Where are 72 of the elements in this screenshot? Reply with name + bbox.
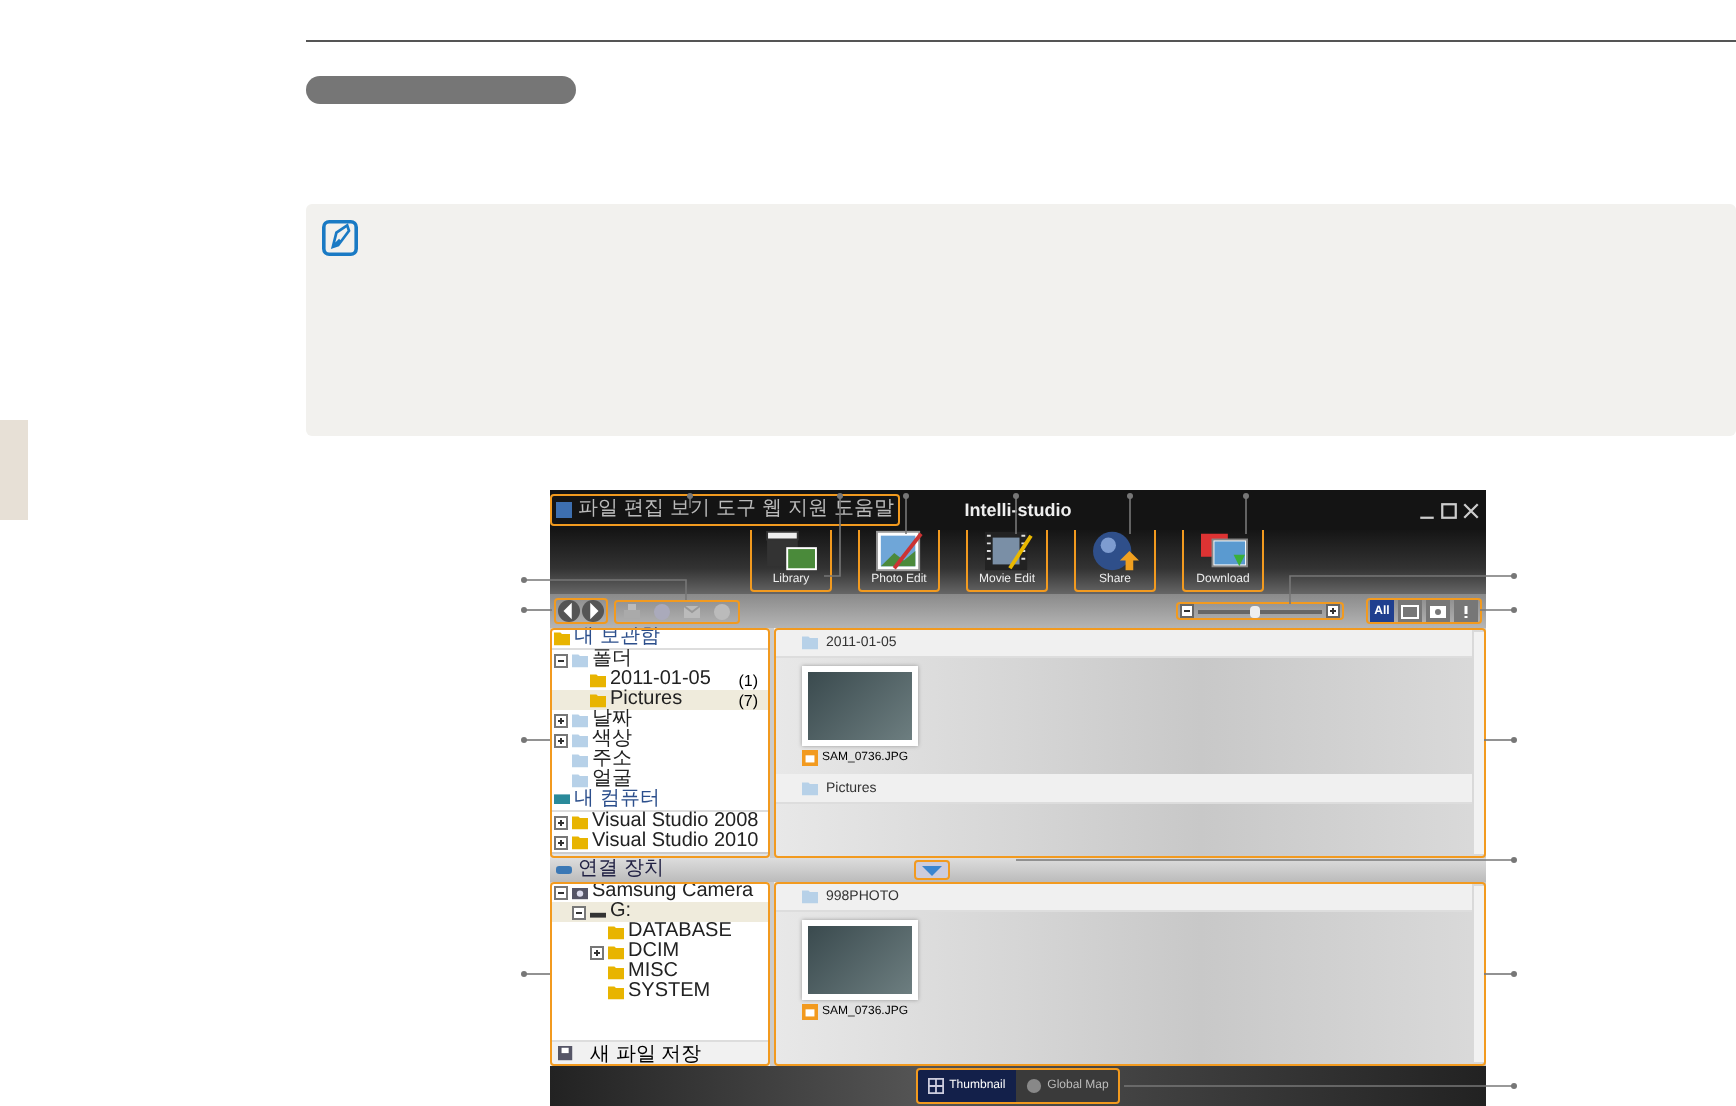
leader-line (1243, 493, 1249, 535)
scrollbar[interactable] (1474, 632, 1484, 854)
expander-icon[interactable] (554, 835, 568, 849)
folder-icon (802, 888, 818, 904)
leader-line (903, 493, 909, 535)
folder-icon (802, 780, 818, 796)
view-filter-button[interactable] (1426, 600, 1450, 622)
camera-icon (572, 884, 588, 900)
view-filter-button[interactable] (1454, 600, 1478, 622)
tree-item[interactable]: Visual Studio 2008 (592, 812, 759, 832)
view-filter-button[interactable] (1398, 600, 1422, 622)
pencil-icon (322, 220, 358, 256)
tree-item[interactable]: 주소 (592, 750, 632, 770)
menu-item[interactable]: 도움말 (833, 498, 894, 522)
tree-item[interactable]: DATABASE (628, 922, 732, 942)
leader-line (1483, 737, 1517, 743)
forward-button[interactable] (582, 600, 604, 622)
camera-icon (802, 750, 818, 766)
window-title: Intelli-studio (964, 500, 1072, 520)
scrollbar[interactable] (1474, 886, 1484, 1062)
photo-placeholder[interactable] (802, 920, 918, 1000)
tree-item[interactable]: 날짜 (592, 710, 632, 730)
expander-icon[interactable] (554, 653, 568, 667)
tree-item[interactable]: Visual Studio 2010 (592, 832, 759, 852)
expander-icon[interactable] (554, 885, 568, 899)
photo-placeholder[interactable] (802, 666, 918, 746)
film-icon (1400, 603, 1420, 619)
save-icon (558, 1046, 574, 1062)
grid-icon (927, 1078, 944, 1094)
folder-icon (802, 634, 818, 650)
tree-item[interactable]: Samsung Camera (592, 882, 754, 902)
save-button[interactable]: 새 파일 저장 (550, 1040, 770, 1066)
close-button[interactable] (1462, 501, 1480, 519)
zoom-in-button[interactable] (1326, 604, 1340, 618)
item-count: (7) (738, 691, 760, 709)
expander-icon[interactable] (590, 945, 604, 959)
tree-item[interactable]: 색상 (592, 730, 632, 750)
menu-item[interactable]: 파일 (578, 498, 618, 522)
leader-line (521, 971, 551, 977)
tree-item[interactable]: 얼굴 (592, 770, 632, 790)
leader-line (1483, 971, 1517, 977)
menu-item[interactable]: 웹 지원 (762, 498, 828, 522)
panel-title: 내 컴퓨터 (574, 790, 660, 810)
app-icon (556, 502, 572, 518)
leader-line (1127, 493, 1133, 535)
tree-item[interactable]: 2011-01-05 (610, 670, 711, 690)
menu-item[interactable]: 도구 (716, 498, 756, 522)
leader-line (521, 737, 551, 743)
expander-icon[interactable] (554, 733, 568, 747)
clapperboard-icon (761, 528, 821, 574)
maximize-button[interactable] (1440, 501, 1458, 519)
link-icon (556, 862, 572, 878)
triangle-icon (921, 865, 942, 875)
expander-icon[interactable] (554, 815, 568, 829)
tree-item[interactable]: SYSTEM (628, 982, 711, 1002)
tree-item[interactable]: DCIM (628, 942, 680, 962)
menu-item[interactable]: 보기 (670, 498, 710, 522)
tree-item[interactable]: Pictures (610, 690, 683, 710)
tree-item[interactable]: G: (610, 902, 632, 922)
tree-item[interactable]: 폴더 (592, 650, 632, 670)
monitor-icon (554, 792, 570, 808)
zoom-out-button[interactable] (1180, 604, 1194, 618)
device-label: 연결 장치 (578, 860, 664, 880)
expander-icon[interactable] (572, 905, 586, 919)
leader-line (521, 607, 553, 613)
portrait-icon (1428, 603, 1448, 619)
item-count: (1) (738, 671, 760, 689)
camera-icon (802, 1004, 818, 1020)
menu-item[interactable]: 편집 (624, 498, 664, 522)
expander-icon[interactable] (554, 713, 568, 727)
back-button[interactable] (558, 600, 580, 622)
tree-item[interactable]: MISC (628, 962, 678, 982)
